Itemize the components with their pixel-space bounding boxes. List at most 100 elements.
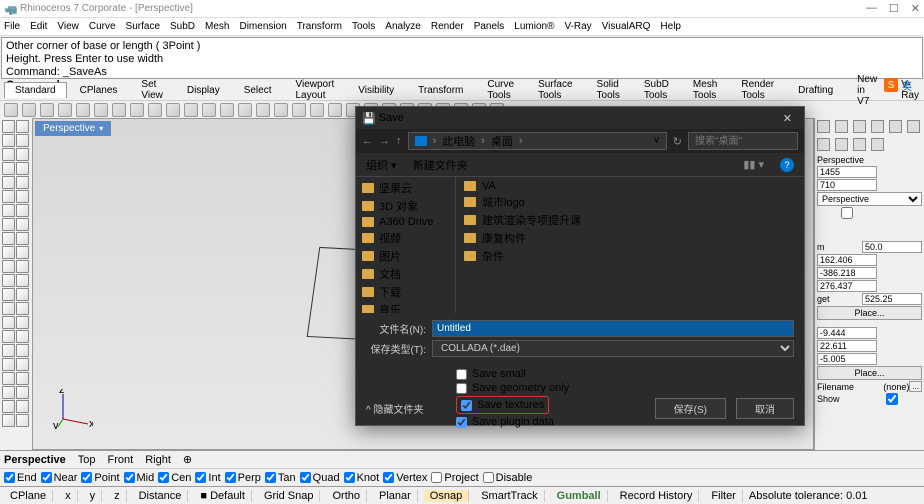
tool-button[interactable]	[2, 204, 15, 217]
osnap-int[interactable]: Int	[195, 472, 220, 484]
toolbar-button[interactable]	[22, 103, 36, 117]
tab-subd-tools[interactable]: SubD Tools	[633, 76, 680, 104]
menu-view[interactable]: View	[57, 21, 79, 32]
viewport-tab-perspective[interactable]: Perspective	[4, 454, 66, 466]
nav-fwd[interactable]: →	[379, 135, 390, 147]
tool-button[interactable]	[2, 232, 15, 245]
tab-select[interactable]: Select	[233, 82, 283, 99]
tool-button[interactable]	[2, 414, 15, 427]
tab-new-in-v7[interactable]: New in V7	[846, 71, 888, 110]
tool-button[interactable]	[2, 260, 15, 273]
rp-get[interactable]	[862, 293, 922, 305]
tab-render-tools[interactable]: Render Tools	[730, 76, 785, 104]
menu-v-ray[interactable]: V-Ray	[564, 21, 591, 32]
file-item[interactable]: 城市logo	[464, 193, 796, 211]
tree-cloud[interactable]: 坚果云	[356, 179, 455, 197]
tool-button[interactable]	[16, 288, 29, 301]
show-check[interactable]	[862, 393, 922, 405]
menu-file[interactable]: File	[4, 21, 20, 32]
menu-render[interactable]: Render	[431, 21, 464, 32]
viewport-label[interactable]: Perspective	[35, 121, 111, 136]
toolbar-button[interactable]	[4, 103, 18, 117]
search-input[interactable]	[688, 132, 798, 150]
toolbar-button[interactable]	[130, 103, 144, 117]
tab-cplanes[interactable]: CPlanes	[69, 82, 129, 99]
tree-dl[interactable]: 下载	[356, 283, 455, 301]
file-item[interactable]: 建筑渲染专项提升课	[464, 211, 796, 229]
tool-button[interactable]	[16, 302, 29, 315]
tool-button[interactable]	[2, 274, 15, 287]
tool-button[interactable]	[2, 316, 15, 329]
place-button[interactable]: Place...	[817, 306, 922, 320]
tree-doc[interactable]: 文档	[356, 265, 455, 283]
tree-3d[interactable]: 3D 对象	[356, 197, 455, 215]
tool-button[interactable]	[16, 204, 29, 217]
tool-button[interactable]	[2, 358, 15, 371]
rp-mode[interactable]: Perspective	[817, 192, 922, 206]
close-button[interactable]: ✕	[911, 2, 920, 15]
file-item[interactable]: 杂件	[464, 247, 796, 265]
filename-input[interactable]	[432, 320, 794, 337]
tool-button[interactable]	[16, 120, 29, 133]
osnap-end[interactable]: End	[4, 472, 37, 484]
tool-button[interactable]	[16, 414, 29, 427]
tool-button[interactable]	[2, 372, 15, 385]
menu-surface[interactable]: Surface	[126, 21, 160, 32]
tool-button[interactable]	[16, 148, 29, 161]
tool-button[interactable]	[16, 330, 29, 343]
tool-button[interactable]	[16, 190, 29, 203]
tool-button[interactable]	[16, 134, 29, 147]
ime-lang[interactable]: 英	[900, 78, 914, 92]
toolbar-button[interactable]	[220, 103, 234, 117]
tab-surface-tools[interactable]: Surface Tools	[527, 76, 583, 104]
toolbar-button[interactable]	[328, 103, 342, 117]
tree-music[interactable]: 音乐	[356, 301, 455, 313]
tool-button[interactable]	[16, 386, 29, 399]
menu-dimension[interactable]: Dimension	[239, 21, 286, 32]
help-icon[interactable]: ?	[780, 158, 794, 172]
menu-tools[interactable]: Tools	[352, 21, 375, 32]
tool-button[interactable]	[16, 316, 29, 329]
toolbar-button[interactable]	[112, 103, 126, 117]
tool-button[interactable]	[2, 218, 15, 231]
rp-height[interactable]	[817, 179, 877, 191]
tool-button[interactable]	[16, 260, 29, 273]
menu-visualarq[interactable]: VisualARQ	[602, 21, 651, 32]
tool-button[interactable]	[2, 120, 15, 133]
tab-solid-tools[interactable]: Solid Tools	[586, 76, 631, 104]
toolbar-button[interactable]	[58, 103, 72, 117]
osnap-quad[interactable]: Quad	[300, 472, 340, 484]
osnap-perp[interactable]: Perp	[225, 472, 261, 484]
tool-button[interactable]	[2, 302, 15, 315]
tool-button[interactable]	[16, 176, 29, 189]
hide-folders[interactable]: ^ 隐藏文件夹	[366, 401, 423, 416]
toolbar-button[interactable]	[310, 103, 324, 117]
file-item[interactable]: VA	[464, 179, 796, 193]
rp-m[interactable]	[862, 241, 922, 253]
panel-icon[interactable]	[853, 138, 866, 151]
folder-tree[interactable]: 坚果云3D 对象A360 Drive视频图片文档下载音乐桌面	[356, 177, 456, 313]
tool-button[interactable]	[2, 134, 15, 147]
panel-icon[interactable]	[871, 120, 884, 133]
place-button-2[interactable]: Place...	[817, 366, 922, 380]
tool-button[interactable]	[2, 190, 15, 203]
tab-mesh-tools[interactable]: Mesh Tools	[682, 76, 728, 104]
toolbar-button[interactable]	[166, 103, 180, 117]
minimize-button[interactable]: —	[866, 2, 877, 15]
panel-icon[interactable]	[817, 138, 830, 151]
menu-lumion®[interactable]: Lumion®	[514, 21, 554, 32]
panel-icon[interactable]	[907, 120, 920, 133]
tool-button[interactable]	[2, 176, 15, 189]
osnap-disable[interactable]: Disable	[483, 472, 533, 484]
rp-width[interactable]	[817, 166, 877, 178]
toolbar-button[interactable]	[76, 103, 90, 117]
menu-help[interactable]: Help	[660, 21, 681, 32]
tool-button[interactable]	[16, 162, 29, 175]
tab-viewport-layout[interactable]: Viewport Layout	[285, 76, 346, 104]
osnap-point[interactable]: Point	[81, 472, 119, 484]
filetype-select[interactable]: COLLADA (*.dae)	[432, 340, 794, 357]
tool-button[interactable]	[2, 400, 15, 413]
save-button[interactable]: 保存(S)	[655, 398, 726, 419]
rp-cy[interactable]	[817, 340, 877, 352]
osnap-mid[interactable]: Mid	[124, 472, 155, 484]
